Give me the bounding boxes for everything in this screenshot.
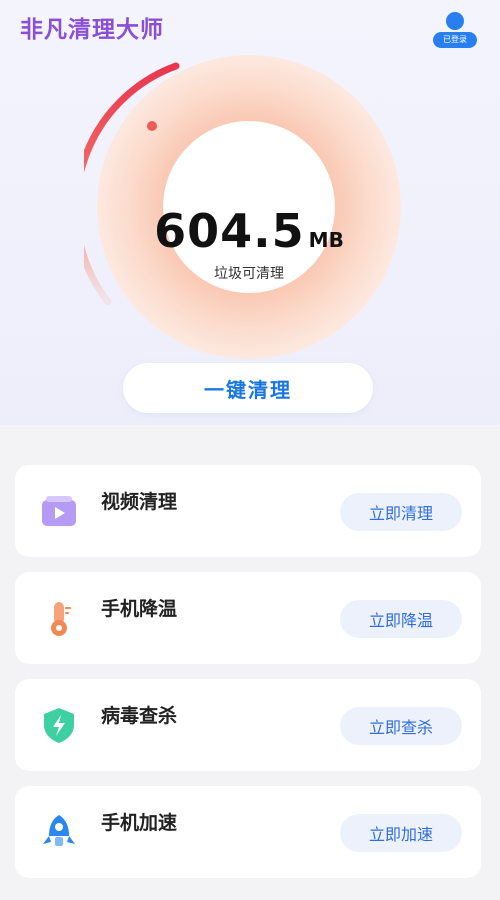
scan-virus-button[interactable]: 立即查杀 [340, 707, 462, 745]
one-click-clean-button[interactable]: 一键清理 [123, 363, 373, 413]
feature-title: 手机降温 [101, 598, 178, 620]
feature-title: 病毒查杀 [101, 705, 178, 727]
user-icon [446, 12, 464, 30]
clean-video-button[interactable]: 立即清理 [340, 493, 462, 531]
junk-size-unit: MB [308, 228, 344, 252]
feature-card-virus-scan[interactable]: 病毒查杀 立即查杀 [15, 679, 481, 771]
shield-icon [44, 708, 74, 743]
feature-card-cooling[interactable]: 手机降温 立即降温 [15, 572, 481, 664]
feature-title: 视频清理 [101, 491, 178, 513]
feature-title: 手机加速 [101, 812, 178, 834]
video-icon [42, 496, 76, 526]
feature-card-video[interactable]: 视频清理 立即清理 [15, 465, 481, 557]
top-section: 非凡清理大师 已登录 604.5 MB 垃圾可清理 一键清理 [0, 0, 500, 425]
app-title: 非凡清理大师 [20, 17, 164, 43]
gauge-value: 604.5 MB [84, 204, 414, 258]
feature-card-speed-up[interactable]: 手机加速 立即加速 [15, 786, 481, 878]
gauge-dot [147, 121, 157, 131]
user-badge-label: 已登录 [433, 32, 477, 48]
user-account-button[interactable]: 已登录 [432, 12, 478, 52]
junk-gauge: 604.5 MB 垃圾可清理 [84, 52, 414, 382]
rocket-icon [43, 815, 75, 846]
junk-size-value: 604.5 [154, 204, 305, 258]
thermometer-icon [51, 602, 71, 636]
cool-down-button[interactable]: 立即降温 [340, 600, 462, 638]
speed-up-button[interactable]: 立即加速 [340, 814, 462, 852]
gauge-caption: 垃圾可清理 [214, 266, 284, 282]
